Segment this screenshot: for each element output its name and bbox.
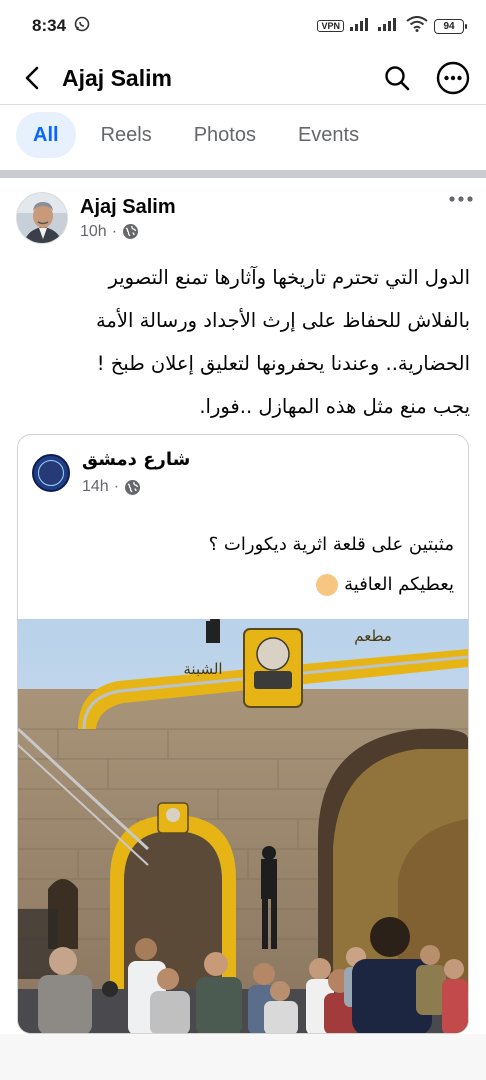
section-separator (0, 170, 486, 178)
sign-text-left: الشبنة (183, 660, 222, 678)
search-button[interactable] (380, 61, 414, 95)
status-bar: 8:34 VPN 94 (0, 0, 486, 52)
shared-post-card[interactable]: شارع دمشق 14h · مثبتين على قلعة اثرية دي… (17, 434, 469, 1034)
signal-icon (350, 17, 372, 36)
shared-post-time[interactable]: 14h (82, 478, 109, 496)
globe-icon (123, 224, 139, 239)
status-time: 8:34 (32, 16, 67, 35)
post-time[interactable]: 10h (80, 223, 107, 241)
wifi-icon (406, 15, 428, 37)
more-icon (436, 61, 470, 95)
post-header: Ajaj Salim 10h · (16, 186, 474, 250)
post-text: الدول التي تحترم تاريخها وآثارها تمنع ال… (16, 256, 470, 428)
clapping-hands-emoji (316, 574, 339, 596)
filter-tabs: All Reels Photos Events (16, 112, 376, 158)
tab-events[interactable]: Events (281, 112, 376, 158)
profile-header: Ajaj Salim (0, 52, 486, 104)
whatsapp-icon (74, 16, 90, 37)
post-text-line: الدول التي تحترم تاريخها وآثارها تمنع ال… (108, 266, 470, 289)
post-text-line: بالفلاش للحفاظ على إرث الأجداد ورسالة ال… (95, 309, 470, 332)
shared-text-line: يعطيكم العافية (344, 574, 454, 595)
shared-post-photo[interactable]: الشبنة مطعم (18, 619, 468, 1033)
page-title: Ajaj Salim (62, 64, 172, 91)
vpn-badge: VPN (317, 20, 344, 32)
sign-text-right: مطعم (354, 627, 392, 645)
page-logo[interactable] (32, 453, 70, 492)
header-divider (0, 104, 486, 105)
back-arrow-icon (25, 66, 39, 90)
search-icon (385, 66, 410, 91)
more-horizontal-icon (449, 196, 473, 202)
author-avatar[interactable] (16, 192, 68, 244)
post-options-button[interactable] (448, 190, 474, 208)
post-text-line: يجب منع مثل هذه المهازل ..فورا. (199, 395, 470, 418)
more-options-button[interactable] (436, 61, 470, 95)
globe-icon (125, 479, 141, 495)
shared-page-name[interactable]: شارع دمشق (82, 449, 190, 470)
shared-text-line: مثبتين على قلعة اثرية ديكورات ؟ (208, 534, 454, 555)
back-button[interactable] (16, 62, 48, 94)
post-author[interactable]: Ajaj Salim (80, 196, 176, 219)
battery-icon: 94 (434, 18, 467, 34)
tab-all[interactable]: All (16, 112, 76, 158)
tab-photos[interactable]: Photos (177, 112, 273, 158)
navigation-bar-area (0, 1034, 486, 1080)
post-text-line: الحضارية.. وعندنا يحفرونها لتعليق إعلان … (96, 352, 470, 375)
signal-icon-2 (378, 17, 400, 36)
shared-post-text: مثبتين على قلعة اثرية ديكورات ؟ يعطيكم ا… (32, 525, 454, 605)
tab-reels[interactable]: Reels (84, 112, 169, 158)
